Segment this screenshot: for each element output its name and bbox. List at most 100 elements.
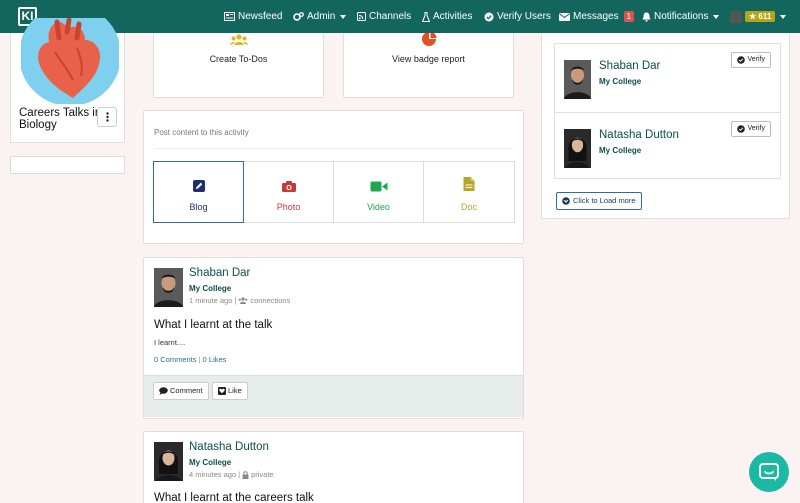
check-circle-icon — [737, 56, 746, 64]
pie-chart-icon — [421, 32, 437, 51]
nav-notifications[interactable]: Notifications — [642, 0, 720, 33]
post-author[interactable]: Shaban Dar — [189, 267, 250, 279]
chevron-down-icon — [340, 14, 347, 19]
verify-user-college[interactable]: My College — [599, 77, 641, 86]
stats-separator: | — [198, 355, 201, 364]
activity-image — [21, 18, 119, 104]
tile-video[interactable]: Video — [334, 162, 424, 222]
nav-newsfeed[interactable]: Newsfeed — [224, 0, 282, 33]
comments-count-link[interactable]: 0 Comments — [154, 355, 197, 364]
user-avatar[interactable] — [564, 60, 591, 99]
divider — [154, 148, 513, 149]
tile-photo[interactable]: Photo — [244, 162, 334, 222]
verify-user-item: Natasha Dutton My College Verify — [555, 112, 780, 180]
chat-icon — [759, 463, 779, 481]
nav-admin-label: Admin — [307, 11, 336, 22]
create-todos-label: Create To-Dos — [209, 54, 268, 64]
nav-channels-label: Channels — [369, 11, 412, 22]
heart-organ-icon — [21, 18, 119, 104]
user-avatar — [730, 10, 742, 23]
bell-icon — [642, 12, 651, 22]
nav-activities-label: Activities — [433, 11, 473, 22]
top-navbar: KI Newsfeed Admin Channels Activities Ve… — [0, 0, 800, 33]
post-visibility: private — [251, 470, 274, 479]
flask-icon — [422, 11, 430, 22]
post-college[interactable]: My College — [189, 284, 231, 293]
tile-blog-label: Blog — [189, 202, 208, 212]
tile-video-label: Video — [367, 202, 390, 212]
activity-card: Careers Talks in Biology — [10, 18, 125, 143]
nav-notifications-label: Notifications — [654, 11, 709, 22]
nav-messages-label: Messages — [573, 11, 619, 22]
newspaper-icon — [224, 12, 235, 21]
activity-options-button[interactable] — [97, 107, 117, 127]
post-stats: 0 Comments | 0 Likes — [154, 355, 226, 364]
verify-users-list: Shaban Dar My College Verify Natasha Dut… — [554, 43, 781, 179]
tile-photo-label: Photo — [276, 202, 301, 212]
points-badge: ★ 611 — [745, 11, 776, 22]
left-sidebar-field[interactable] — [10, 156, 125, 174]
post-footer: Comment Like — [144, 375, 523, 417]
load-more-button[interactable]: Click to Load more — [556, 192, 642, 210]
nav-verify-users[interactable]: Verify Users — [484, 0, 551, 33]
verify-button[interactable]: Verify — [731, 52, 771, 68]
nav-newsfeed-label: Newsfeed — [238, 11, 283, 22]
user-avatar[interactable] — [564, 129, 591, 168]
lock-icon — [242, 470, 249, 479]
verify-user-item: Shaban Dar My College Verify — [555, 44, 780, 112]
verify-user-name[interactable]: Shaban Dar — [599, 60, 660, 72]
post-prompt: Post content to this activity — [154, 128, 249, 137]
kebab-menu-icon — [105, 112, 109, 122]
verify-users-panel: Shaban Dar My College Verify Natasha Dut… — [541, 33, 790, 219]
pencil-square-icon — [192, 179, 205, 197]
content-type-tiles: Blog Photo Video Doc — [153, 161, 515, 223]
post-title: What I learnt at the talk — [154, 319, 273, 331]
speech-bubble-icon — [159, 387, 168, 395]
envelope-icon — [559, 12, 570, 21]
chat-launcher-button[interactable] — [749, 452, 789, 492]
author-avatar[interactable] — [154, 268, 183, 307]
post-content-box: Post content to this activity Blog Photo… — [143, 110, 524, 244]
video-camera-icon — [370, 179, 387, 197]
tile-blog[interactable]: Blog — [153, 161, 244, 223]
verify-button-label: Verify — [747, 125, 765, 132]
messages-count-badge: 1 — [623, 11, 635, 22]
nav-activities[interactable]: Activities — [422, 0, 472, 33]
rss-icon — [357, 12, 366, 21]
chevron-down-icon — [713, 14, 720, 19]
document-icon — [463, 177, 475, 196]
post-time: 1 minute ago — [189, 296, 233, 305]
verify-button-label: Verify — [747, 56, 765, 63]
like-button-label: Like — [228, 386, 242, 395]
nav-user-menu[interactable]: ★ 611 — [730, 0, 787, 33]
likes-count-link[interactable]: 0 Likes — [203, 355, 227, 364]
post-author[interactable]: Natasha Dutton — [189, 441, 269, 453]
post-visibility: connections — [250, 296, 291, 305]
points-value: 611 — [758, 12, 772, 21]
check-circle-icon — [737, 125, 746, 133]
nav-channels[interactable]: Channels — [357, 0, 411, 33]
create-todos-card[interactable]: Create To-Dos — [153, 33, 324, 98]
post-body: I learnt.... — [154, 338, 186, 347]
verify-button[interactable]: Verify — [731, 121, 771, 137]
users-icon — [229, 33, 248, 51]
post-college[interactable]: My College — [189, 458, 231, 467]
chevron-down-circle-icon — [562, 197, 570, 205]
tile-doc[interactable]: Doc — [424, 162, 514, 222]
nav-messages[interactable]: Messages 1 — [559, 0, 635, 33]
author-avatar[interactable] — [154, 442, 183, 481]
check-circle-icon — [484, 12, 494, 21]
nav-admin[interactable]: Admin — [293, 0, 347, 33]
chevron-down-icon — [780, 14, 787, 19]
verify-user-name[interactable]: Natasha Dutton — [599, 129, 679, 141]
gears-icon — [293, 11, 304, 21]
comment-button-label: Comment — [170, 386, 203, 395]
view-badge-report-card[interactable]: View badge report — [343, 32, 514, 98]
camera-icon — [281, 179, 296, 197]
post-meta: 1 minute ago | connections — [189, 296, 290, 305]
post-meta: 4 minutes ago | private — [189, 470, 274, 479]
verify-user-college[interactable]: My College — [599, 146, 641, 155]
comment-button[interactable]: Comment — [153, 382, 209, 400]
tile-doc-label: Doc — [460, 202, 477, 212]
like-button[interactable]: Like — [212, 382, 248, 400]
